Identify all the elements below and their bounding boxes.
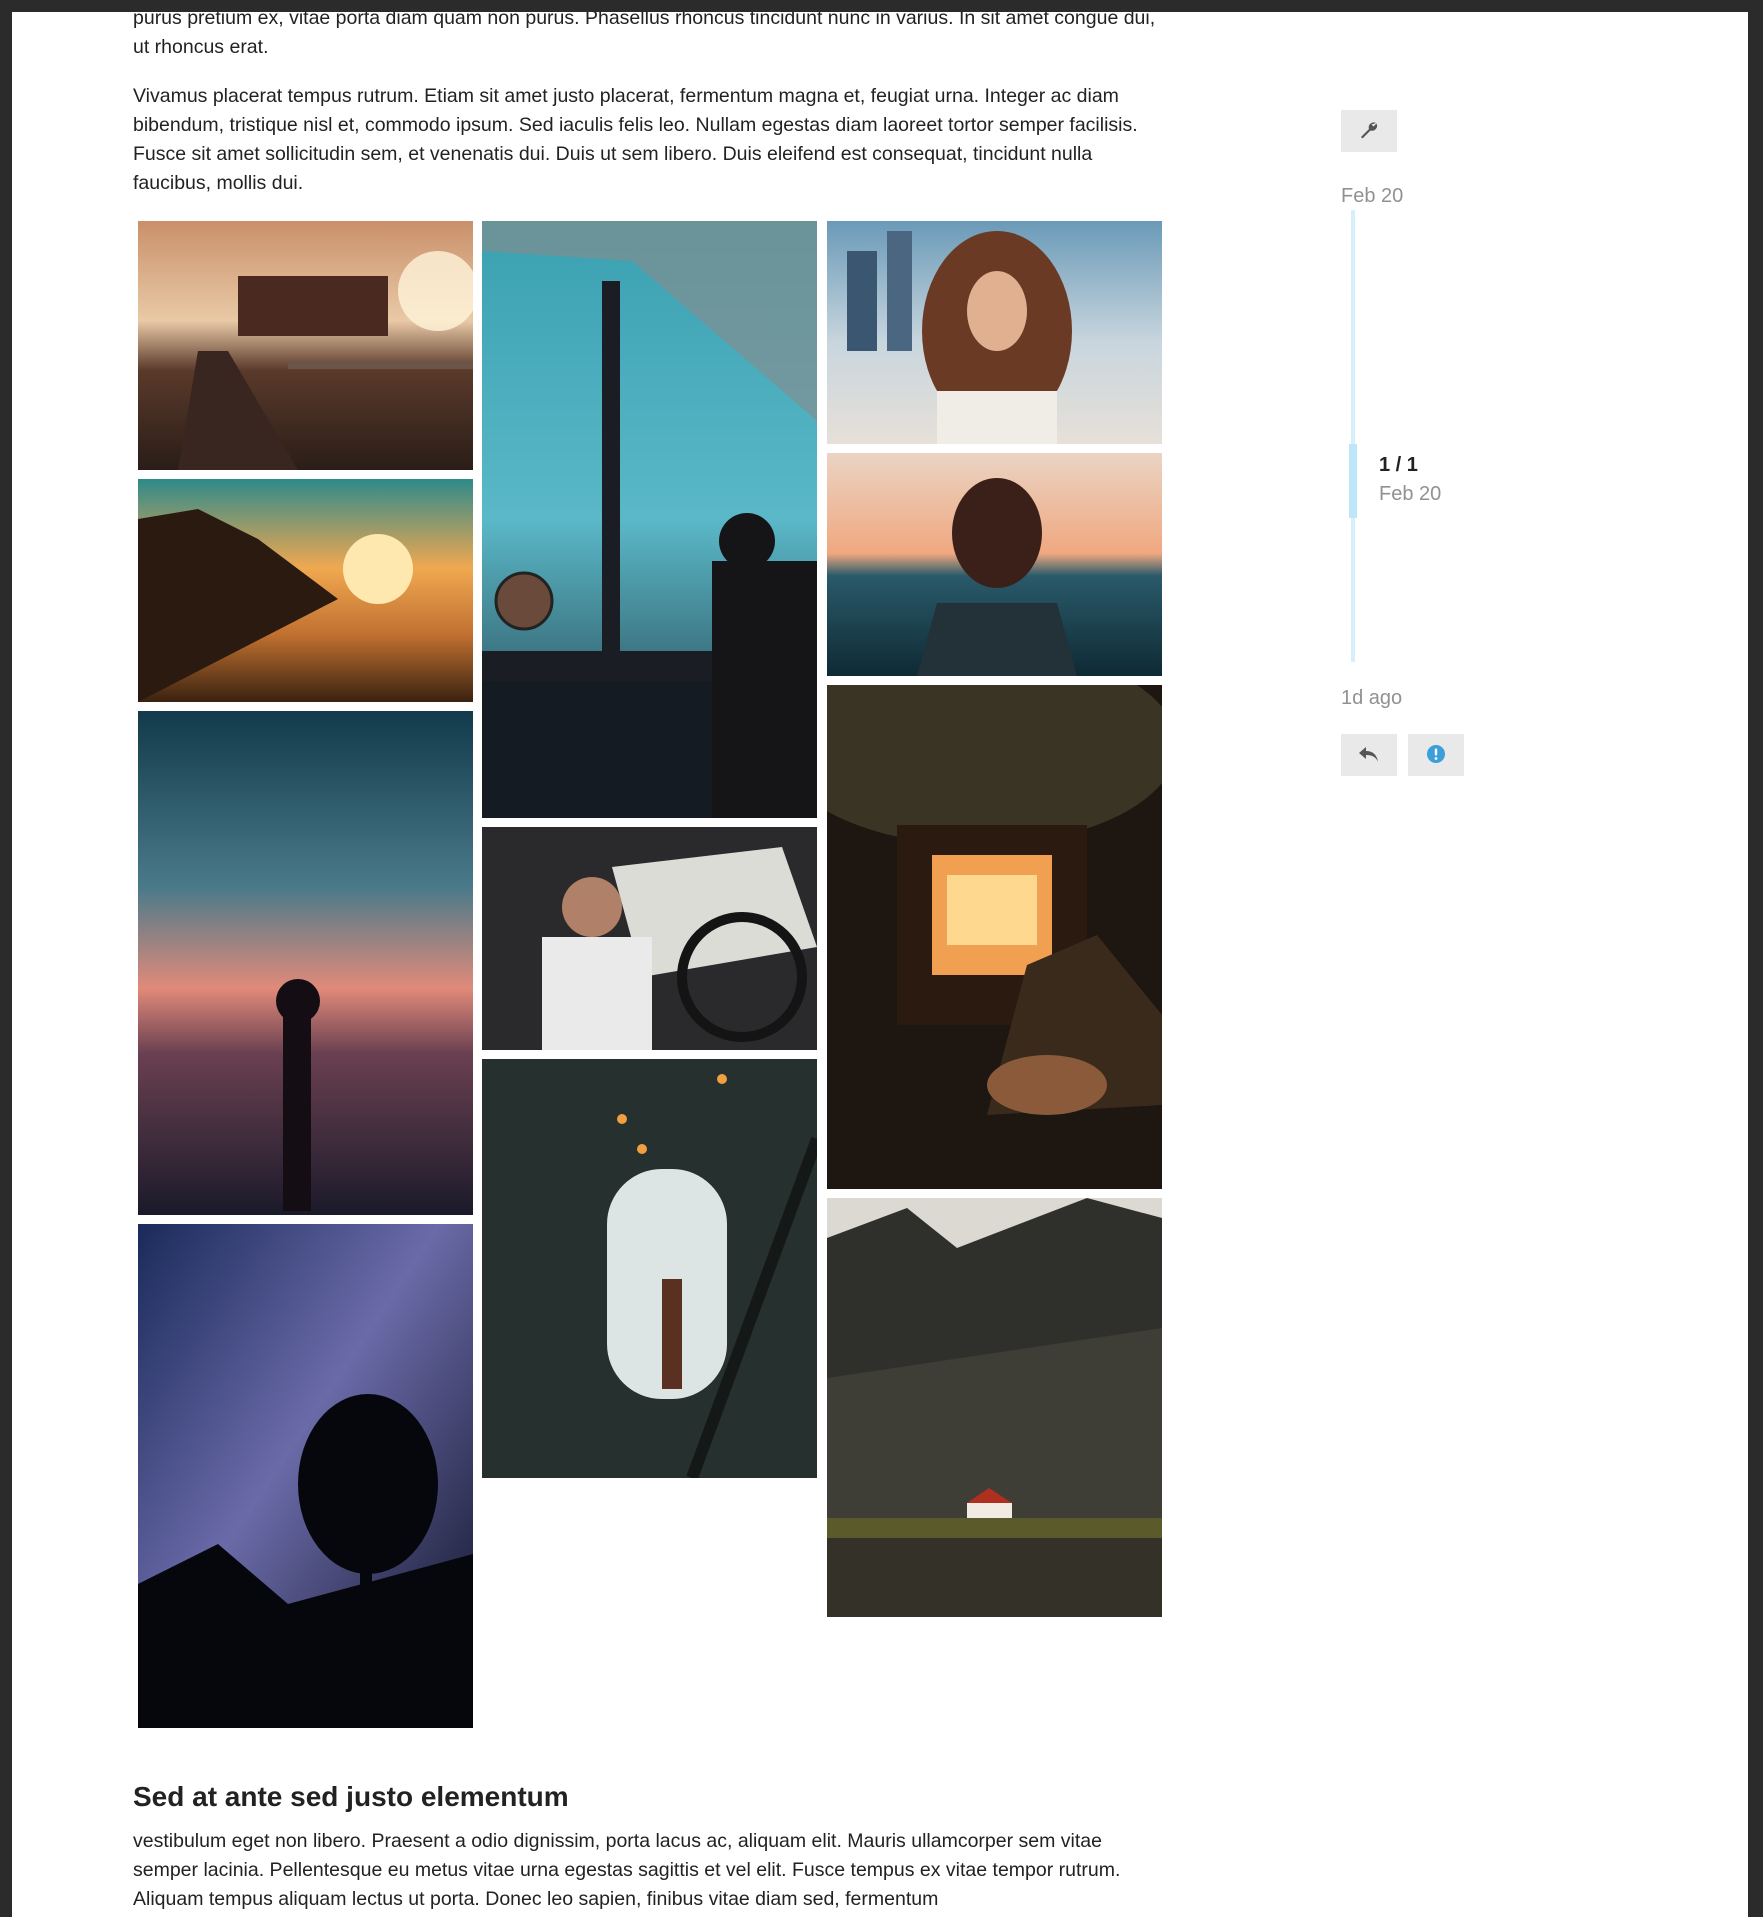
reply-icon bbox=[1358, 744, 1380, 767]
mountain-church-photo[interactable] bbox=[827, 1198, 1162, 1617]
shaka-hand-ocean-photo[interactable] bbox=[138, 711, 473, 1215]
reply-button[interactable] bbox=[1341, 734, 1397, 776]
timeline-start-date[interactable]: Feb 20 bbox=[1341, 185, 1403, 208]
post-paragraph: vestibulum eget non libero. Praesent a o… bbox=[133, 1830, 1121, 1910]
timeline-scroll-handle[interactable] bbox=[1349, 444, 1357, 518]
windswept-hair-photo[interactable] bbox=[827, 221, 1162, 444]
milky-way-tree-photo[interactable] bbox=[138, 1224, 473, 1728]
post-paragraph: Vivamus placerat tempus rutrum. Etiam si… bbox=[133, 85, 1138, 194]
post-paragraph: purus pretium ex, vitae porta diam quam … bbox=[133, 12, 1156, 58]
exclamation-circle-icon bbox=[1426, 744, 1446, 767]
photo-gallery bbox=[138, 221, 1174, 1741]
timeline-progress-date: Feb 20 bbox=[1379, 483, 1442, 505]
window-city-lights-photo[interactable] bbox=[482, 221, 817, 818]
admin-wrench-button[interactable] bbox=[1341, 110, 1397, 152]
timeline-last-activity[interactable]: 1d ago bbox=[1341, 687, 1402, 710]
wrench-icon bbox=[1359, 120, 1379, 143]
car-driver-photo[interactable] bbox=[482, 827, 817, 1050]
fireplace-boots-photo[interactable] bbox=[827, 685, 1162, 1189]
notice-button[interactable] bbox=[1408, 734, 1464, 776]
post-heading: Sed at ante sed justo elementum bbox=[133, 1781, 569, 1812]
boardwalk-sunset-photo[interactable] bbox=[138, 221, 473, 470]
coastal-sunset-photo[interactable] bbox=[138, 479, 473, 702]
sea-sunset-portrait-photo[interactable] bbox=[827, 453, 1162, 676]
timeline-scroll-track[interactable] bbox=[1351, 210, 1355, 662]
topic-page: purus pretium ex, vitae porta diam quam … bbox=[12, 12, 1748, 1917]
stairwell-window-photo[interactable] bbox=[482, 1059, 817, 1478]
timeline-progress-count: 1 / 1 bbox=[1379, 454, 1418, 476]
